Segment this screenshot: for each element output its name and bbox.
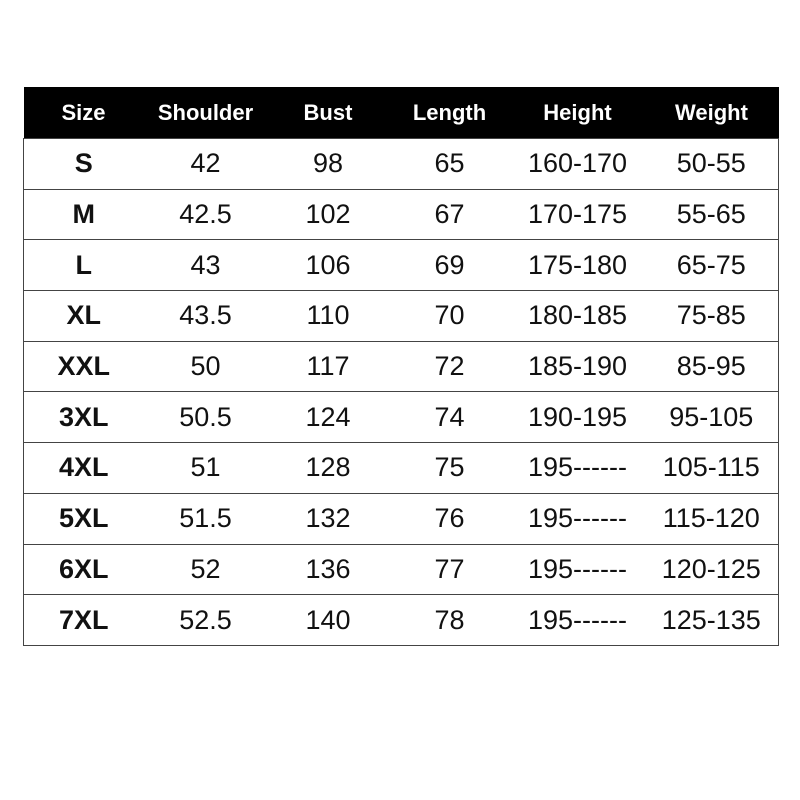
cell-height: 195------ — [510, 492, 645, 544]
cell-shoulder: 52 — [143, 543, 268, 595]
cell-size: 7XL — [23, 594, 144, 646]
cell-shoulder: 51 — [143, 442, 268, 494]
cell-weight: 120-125 — [644, 543, 779, 595]
cell-bust: 136 — [267, 543, 389, 595]
cell-length: 70 — [388, 290, 511, 342]
cell-bust: 106 — [267, 239, 389, 291]
cell-bust: 132 — [267, 492, 389, 544]
header-row: Size Shoulder Bust Length Height Weight — [23, 87, 779, 139]
cell-height: 160-170 — [510, 138, 645, 190]
cell-size: 3XL — [23, 391, 144, 443]
cell-height: 195------ — [510, 594, 645, 646]
cell-length: 75 — [388, 442, 511, 494]
cell-weight: 95-105 — [644, 391, 779, 443]
column-header-shoulder: Shoulder — [143, 87, 268, 139]
cell-length: 72 — [388, 340, 511, 392]
cell-bust: 124 — [267, 391, 389, 443]
cell-length: 78 — [388, 594, 511, 646]
cell-height: 175-180 — [510, 239, 645, 291]
cell-size: XXL — [23, 340, 144, 392]
cell-size: L — [23, 239, 144, 291]
table-row: 3XL 50.5 124 74 190-195 95-105 — [23, 391, 779, 443]
cell-length: 77 — [388, 543, 511, 595]
cell-height: 185-190 — [510, 340, 645, 392]
cell-height: 195------ — [510, 442, 645, 494]
cell-length: 76 — [388, 492, 511, 544]
column-header-height: Height — [510, 87, 645, 139]
column-header-length: Length — [388, 87, 511, 139]
cell-length: 69 — [388, 239, 511, 291]
cell-size: XL — [23, 290, 144, 342]
cell-shoulder: 50 — [143, 340, 268, 392]
cell-bust: 128 — [267, 442, 389, 494]
cell-size: 6XL — [23, 543, 144, 595]
cell-shoulder: 43.5 — [143, 290, 268, 342]
cell-size: S — [23, 138, 144, 190]
cell-shoulder: 42 — [143, 138, 268, 190]
column-header-size: Size — [23, 87, 144, 139]
table-row: L 43 106 69 175-180 65-75 — [23, 239, 779, 291]
cell-weight: 115-120 — [644, 492, 779, 544]
cell-height: 170-175 — [510, 188, 645, 240]
cell-weight: 75-85 — [644, 290, 779, 342]
cell-length: 74 — [388, 391, 511, 443]
cell-weight: 125-135 — [644, 594, 779, 646]
cell-shoulder: 50.5 — [143, 391, 268, 443]
table-row: XXL 50 117 72 185-190 85-95 — [23, 340, 779, 392]
cell-weight: 65-75 — [644, 239, 779, 291]
cell-weight: 50-55 — [644, 138, 779, 190]
table-row: 5XL 51.5 132 76 195------ 115-120 — [23, 492, 779, 544]
cell-shoulder: 52.5 — [143, 594, 268, 646]
cell-shoulder: 43 — [143, 239, 268, 291]
table-row: 4XL 51 128 75 195------ 105-115 — [23, 442, 779, 494]
cell-bust: 102 — [267, 188, 389, 240]
cell-shoulder: 51.5 — [143, 492, 268, 544]
cell-size: 5XL — [23, 492, 144, 544]
column-header-weight: Weight — [644, 87, 779, 139]
cell-bust: 140 — [267, 594, 389, 646]
table-row: S 42 98 65 160-170 50-55 — [23, 138, 779, 190]
cell-size: M — [23, 188, 144, 240]
cell-weight: 105-115 — [644, 442, 779, 494]
table-row: 7XL 52.5 140 78 195------ 125-135 — [23, 594, 779, 646]
cell-size: 4XL — [23, 442, 144, 494]
table-row: M 42.5 102 67 170-175 55-65 — [23, 188, 779, 240]
column-header-bust: Bust — [267, 87, 389, 139]
size-chart-table: Size Shoulder Bust Length Height Weight S 42 98… — [23, 87, 779, 646]
cell-height: 180-185 — [510, 290, 645, 342]
cell-height: 195------ — [510, 543, 645, 595]
cell-bust: 110 — [267, 290, 389, 342]
cell-weight: 55-65 — [644, 188, 779, 240]
cell-weight: 85-95 — [644, 340, 779, 392]
table-row: XL 43.5 110 70 180-185 75-85 — [23, 290, 779, 342]
cell-length: 65 — [388, 138, 511, 190]
cell-length: 67 — [388, 188, 511, 240]
cell-bust: 98 — [267, 138, 389, 190]
table-row: 6XL 52 136 77 195------ 120-125 — [23, 543, 779, 595]
cell-height: 190-195 — [510, 391, 645, 443]
cell-bust: 117 — [267, 340, 389, 392]
cell-shoulder: 42.5 — [143, 188, 268, 240]
